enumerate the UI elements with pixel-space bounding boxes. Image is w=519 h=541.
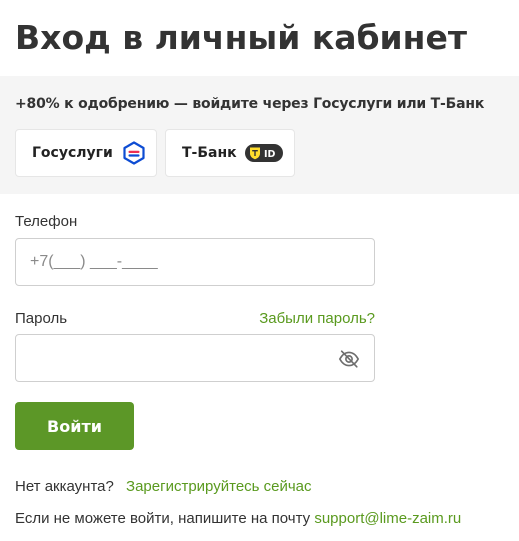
tbank-label: Т-Банк (182, 145, 237, 161)
gosuslugi-login-button[interactable]: Госуслуги (15, 129, 157, 177)
no-account-text: Нет аккаунта? (15, 478, 114, 495)
register-prompt: Нет аккаунта? Зарегистрируйтесь сейчас (15, 478, 312, 495)
phone-input[interactable] (16, 239, 374, 285)
gosuslugi-logo-icon (123, 141, 145, 165)
social-login-panel: +80% к одобрению — войдите через Госуслу… (0, 76, 519, 194)
password-label: Пароль (15, 310, 68, 327)
support-email-link[interactable]: support@lime-zaim.ru (314, 510, 461, 527)
tbank-id-icon: ID (244, 144, 283, 162)
tbank-badge-text: ID (264, 149, 276, 160)
gosuslugi-label: Госуслуги (32, 145, 113, 161)
eye-off-icon[interactable] (338, 348, 360, 370)
password-input[interactable] (16, 335, 374, 381)
promo-text: +80% к одобрению — войдите через Госуслу… (15, 96, 485, 112)
password-field-box (15, 334, 375, 382)
forgot-password-link[interactable]: Забыли пароль? (259, 310, 375, 327)
tbank-login-button[interactable]: Т-Банк ID (165, 129, 295, 177)
login-button[interactable]: Войти (15, 402, 134, 450)
phone-label: Телефон (15, 213, 78, 230)
support-text: Если не можете войти, напишите на почту (15, 510, 311, 527)
support-line: Если не можете войти, напишите на почту … (15, 510, 461, 527)
phone-field-box (15, 238, 375, 286)
register-link[interactable]: Зарегистрируйтесь сейчас (126, 478, 312, 495)
page-title: Вход в личный кабинет (15, 18, 467, 57)
